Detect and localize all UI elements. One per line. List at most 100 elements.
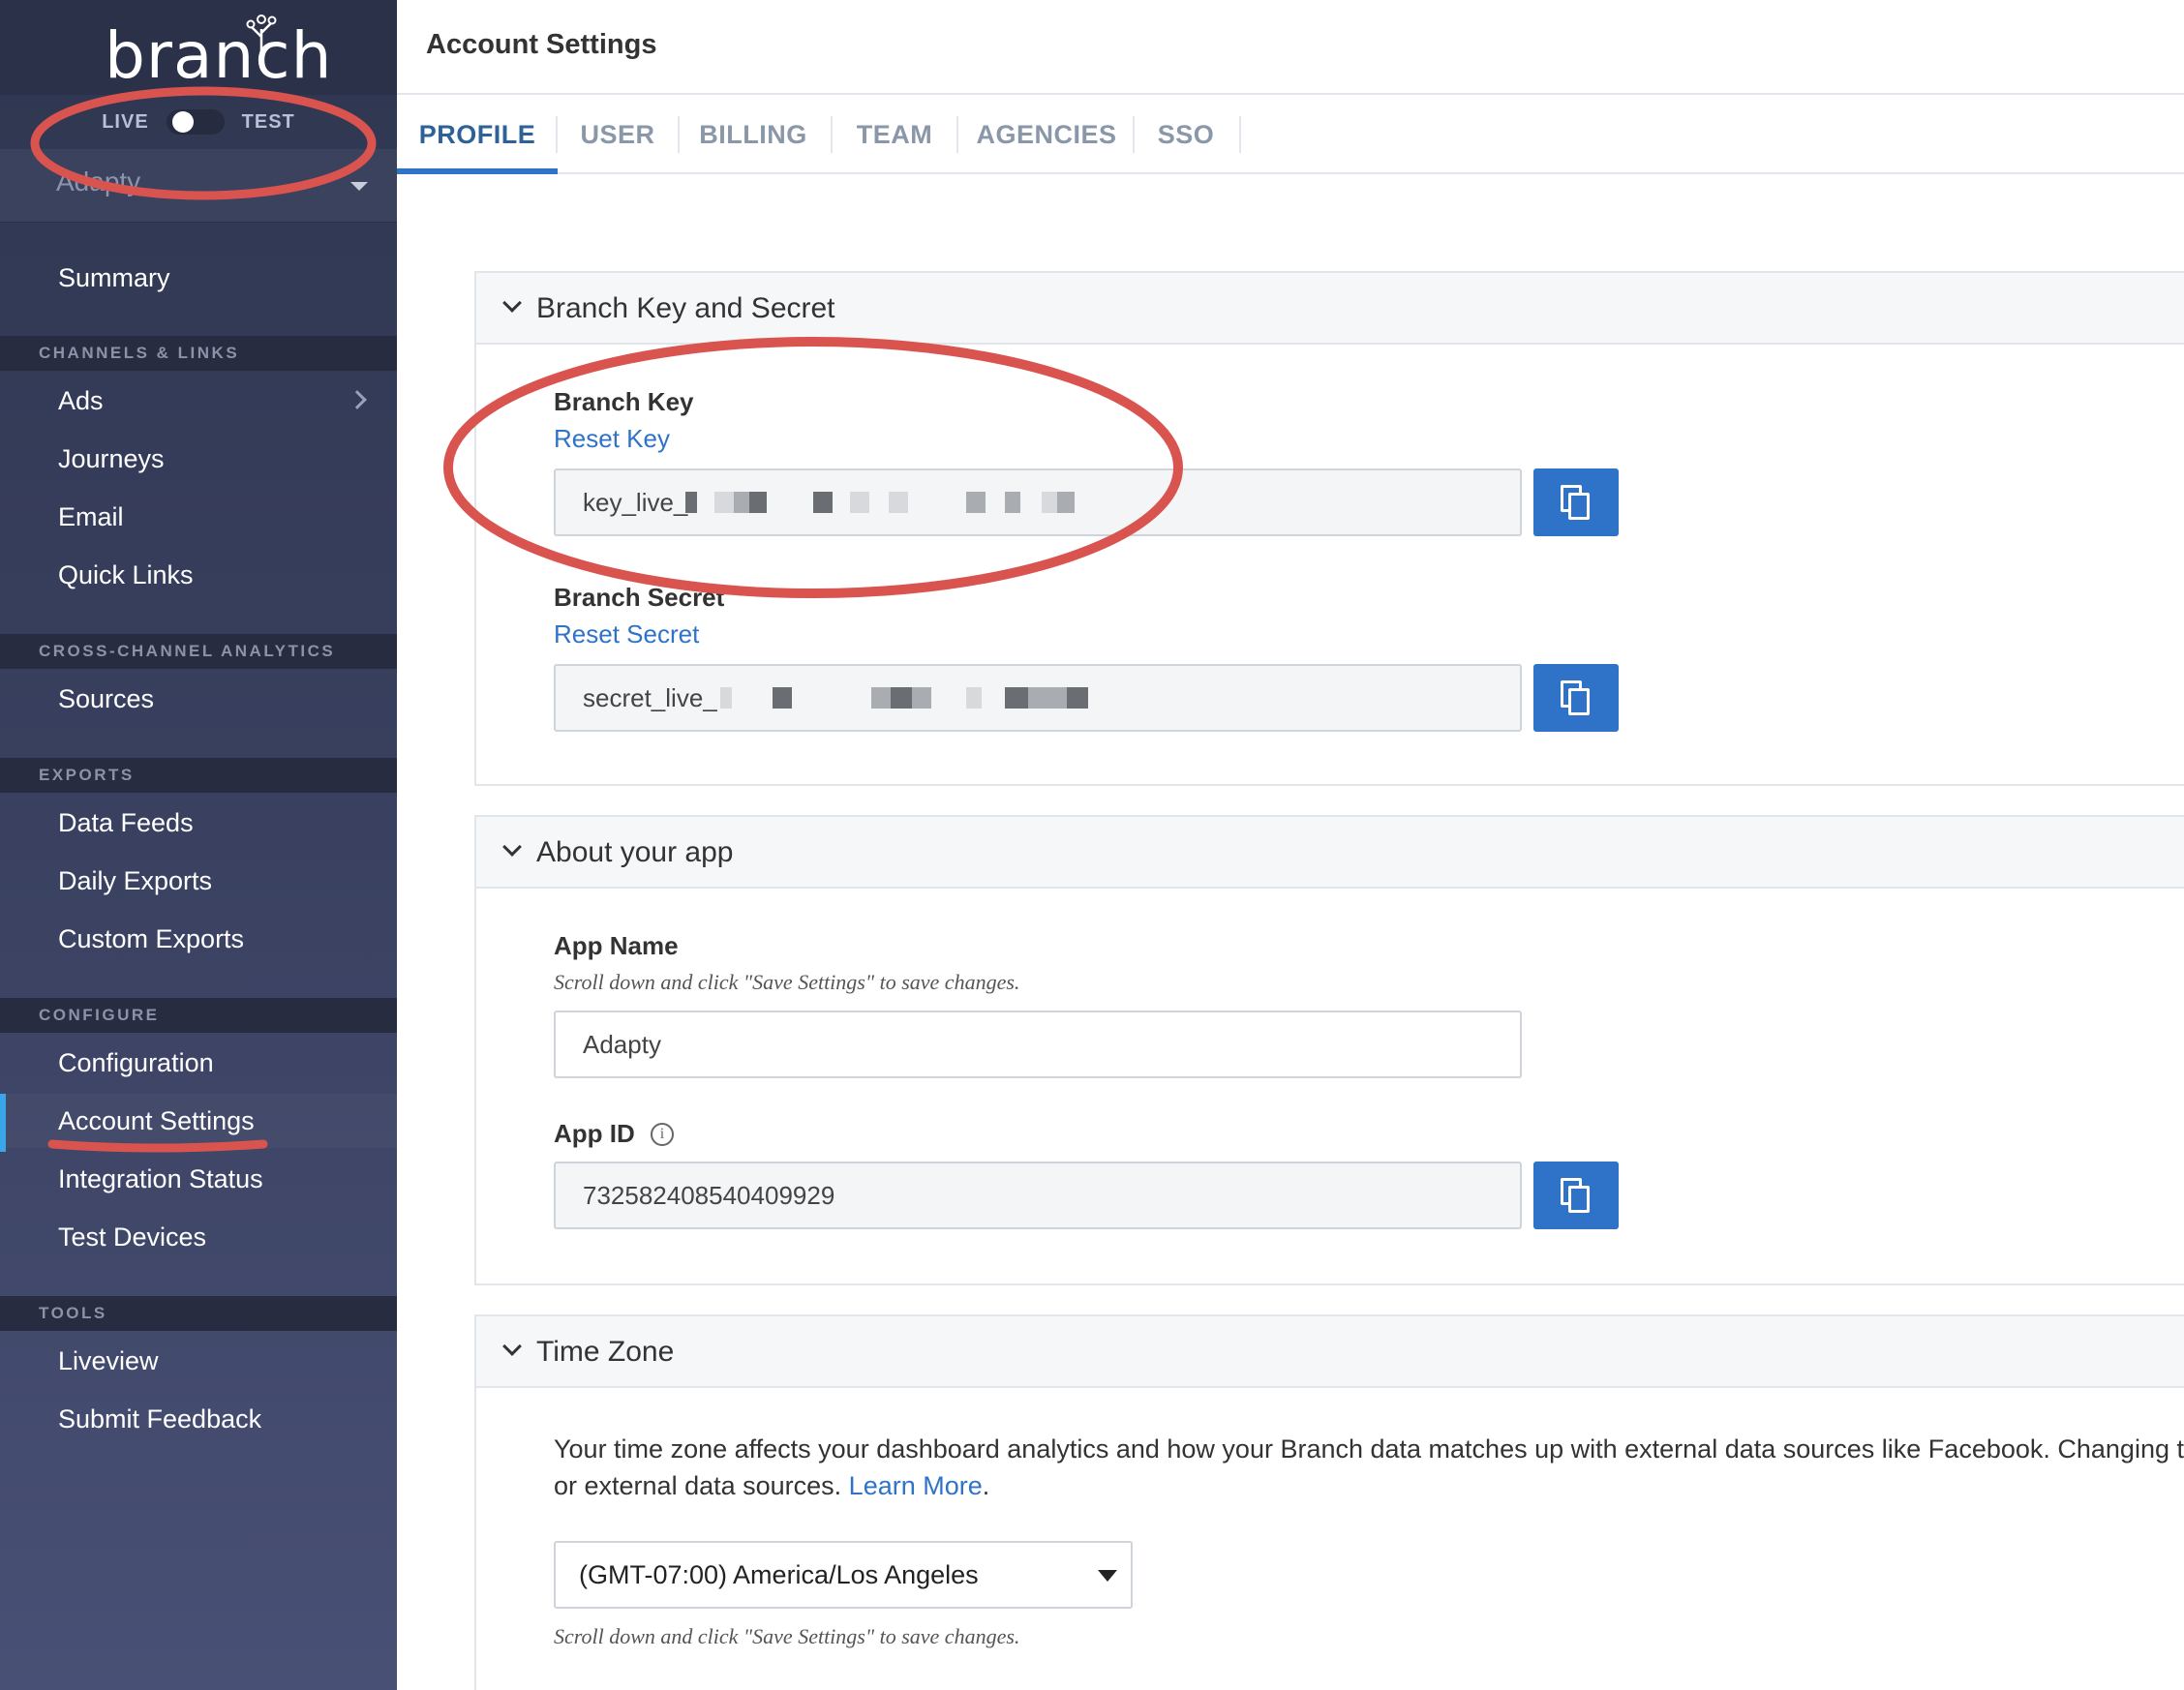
switch-knob [171,111,194,133]
sidebar-item-configuration[interactable]: Configuration [0,1036,397,1090]
info-icon[interactable]: i [651,1123,674,1146]
app-name-input[interactable]: Adapty [554,1011,1522,1078]
active-indicator [0,1094,6,1152]
tab-profile[interactable]: PROFILE [397,95,558,174]
sidebar-item-label: Ads [58,386,104,415]
tab-sso[interactable]: SSO [1135,95,1237,174]
section-cross-channel-analytics: CROSS-CHANNEL ANALYTICS [0,634,397,669]
reset-key-link[interactable]: Reset Key [554,424,670,454]
sprout-icon [246,15,277,54]
tab-user[interactable]: USER [558,95,678,174]
branch-secret-value: secret_live_ [583,683,717,712]
caret-down-icon [350,182,368,191]
redacted-block [685,492,697,513]
copy-secret-button[interactable] [1533,664,1619,732]
redacted-block [1005,687,1028,709]
description-text: or external data sources. [554,1471,849,1500]
tab-team[interactable]: TEAM [833,95,956,174]
redacted-block [1042,492,1057,513]
chevron-right-icon [348,390,367,409]
caret-down-icon [1098,1570,1117,1582]
tab-agencies[interactable]: AGENCIES [958,95,1135,174]
description-line-2: or external data sources. Learn More. [554,1467,2184,1504]
redacted-block [773,687,792,709]
test-label: TEST [241,110,295,133]
tab-divider [1239,116,1241,153]
section-channels-links: CHANNELS & LINKS [0,336,397,371]
redacted-block [1057,492,1075,513]
branch-key-field[interactable]: key_live_ [554,468,1522,536]
section-tools: TOOLS [0,1296,397,1331]
panel-header[interactable]: About your app [476,817,2184,889]
copy-key-button[interactable] [1533,468,1619,536]
sidebar-item-summary[interactable]: Summary [0,251,397,305]
panel-header[interactable]: Branch Key and Secret [476,273,2184,345]
sidebar-item-journeys[interactable]: Journeys [0,432,397,486]
section-configure: CONFIGURE [0,998,397,1033]
sidebar-item-data-feeds[interactable]: Data Feeds [0,796,397,850]
branch-secret-field[interactable]: secret_live_ [554,664,1522,732]
time-zone-select[interactable]: (GMT-07:00) America/Los Angeles [554,1541,1133,1609]
sidebar-item-liveview[interactable]: Liveview [0,1334,397,1388]
sidebar-item-daily-exports[interactable]: Daily Exports [0,854,397,908]
logo-area: branch [0,0,397,95]
panel-title: Branch Key and Secret [536,292,835,324]
section-exports: EXPORTS [0,758,397,793]
sidebar: branch LIVE TEST Adapty Summary CHANNELS… [0,0,397,1690]
redacted-block [1067,687,1088,709]
chevron-down-icon [502,837,522,857]
panel-title: About your app [536,836,734,868]
sidebar-item-integration-status[interactable]: Integration Status [0,1152,397,1206]
sidebar-item-account-settings[interactable]: Account Settings [0,1094,397,1148]
org-name: Adapty [56,166,141,196]
app-name-label: App Name [554,931,679,960]
top-bar: Account Settings [397,0,2184,95]
selected-time-zone: (GMT-07:00) America/Los Angeles [579,1560,979,1589]
sidebar-item-test-devices[interactable]: Test Devices [0,1210,397,1264]
tab-billing[interactable]: BILLING [680,95,827,174]
reset-secret-link[interactable]: Reset Secret [554,619,699,649]
description-line-1: Your time zone affects your dashboard an… [554,1434,2184,1464]
tab-bar: PROFILE USER BILLING TEAM AGENCIES SSO [397,95,2184,174]
env-toggle[interactable]: LIVE TEST [0,95,397,149]
sidebar-item-sources[interactable]: Sources [0,672,397,726]
redacted-block [714,492,734,513]
copy-icon-front [1568,688,1590,715]
redacted-block [871,687,891,709]
branch-key-label: Branch Key [554,387,694,416]
chevron-down-icon [502,1337,522,1356]
panel-time-zone: Time Zone Your time zone affects your da… [474,1314,2184,1690]
app-id-field[interactable]: 732582408540409929 [554,1162,1522,1229]
learn-more-link[interactable]: Learn More [849,1471,983,1500]
branch-logo[interactable]: branch [105,17,332,95]
sidebar-item-quick-links[interactable]: Quick Links [0,548,397,602]
description-text: . [982,1471,990,1500]
sidebar-item-email[interactable]: Email [0,490,397,544]
app-name-hint: Scroll down and click "Save Settings" to… [554,970,1020,994]
panel-key-secret: Branch Key and Secret Branch Key Reset K… [474,271,2184,786]
time-zone-description: Your time zone affects your dashboard an… [554,1431,2184,1504]
panel-header[interactable]: Time Zone [476,1316,2184,1388]
copy-icon-front [1568,493,1590,520]
branch-key-value: key_live_ [583,488,688,517]
redacted-block [889,492,908,513]
panel-title: Time Zone [536,1336,675,1368]
branch-secret-label: Branch Secret [554,583,725,612]
live-label: LIVE [102,110,149,133]
copy-app-id-button[interactable] [1533,1162,1619,1229]
page-title: Account Settings [426,29,657,60]
redacted-block [850,492,869,513]
env-switch[interactable] [166,109,225,135]
redacted-block [1005,492,1020,513]
time-zone-hint: Scroll down and click "Save Settings" to… [554,1624,1020,1648]
sidebar-item-ads[interactable]: Ads [0,374,397,428]
tab-active-underline [397,168,558,174]
redacted-block [720,687,732,709]
org-selector[interactable]: Adapty [0,149,397,223]
sidebar-item-submit-feedback[interactable]: Submit Feedback [0,1392,397,1446]
sidebar-item-custom-exports[interactable]: Custom Exports [0,912,397,966]
chevron-down-icon [502,293,522,313]
app-id-label: App ID [554,1119,635,1148]
redacted-block [912,687,931,709]
redacted-block [966,687,982,709]
